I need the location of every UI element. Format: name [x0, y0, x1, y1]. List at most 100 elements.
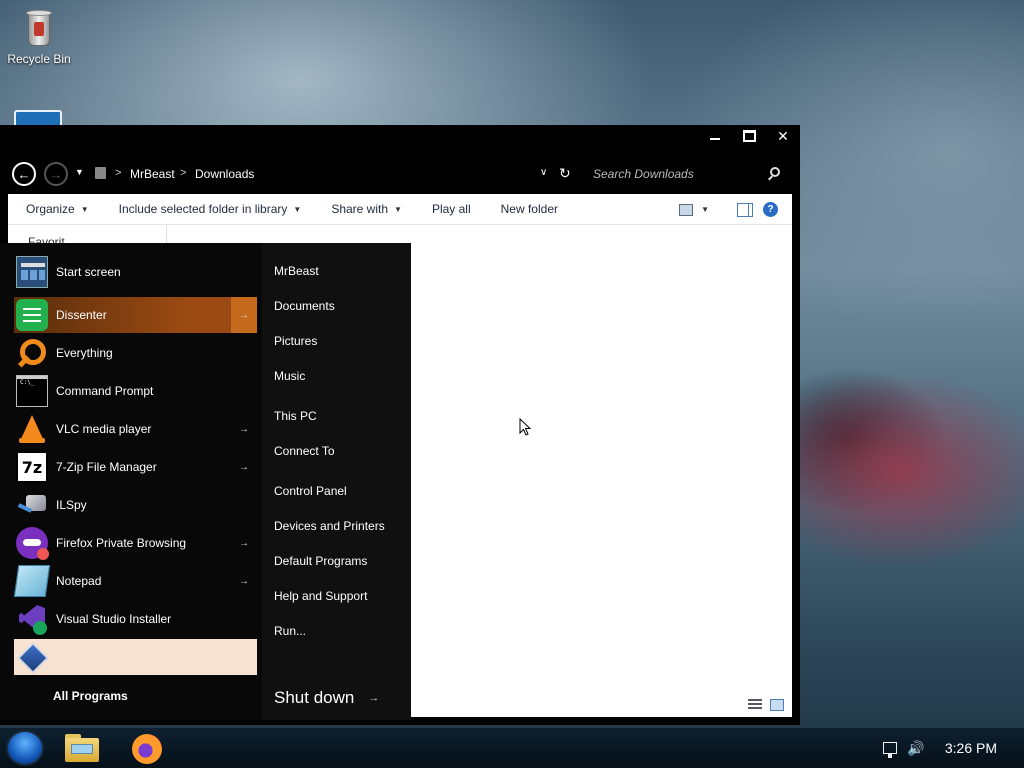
shutdown-options-arrow-icon[interactable]: → [368, 692, 379, 704]
share-with-button[interactable]: Share with ▼ [311, 202, 412, 216]
program-label: ILSpy [56, 498, 87, 512]
details-view-icon[interactable] [748, 699, 762, 710]
jump-list-arrow-icon[interactable]: → [231, 297, 257, 333]
place-control-panel[interactable]: Control Panel [274, 484, 347, 498]
place-run[interactable]: Run... [274, 624, 306, 638]
dissenter-icon [16, 299, 48, 331]
program-command-prompt[interactable]: Command Prompt [14, 373, 257, 409]
caret-down-icon: ▼ [293, 204, 302, 214]
breadcrumb-separator[interactable]: > [115, 167, 121, 179]
program-virtualbox[interactable] [14, 639, 257, 675]
all-programs-button[interactable]: All Programs [53, 689, 128, 703]
back-button[interactable]: ← [12, 162, 36, 186]
minimize-button[interactable] [698, 125, 732, 147]
program-label: VLC media player [56, 422, 152, 436]
forward-button[interactable]: → [44, 162, 68, 186]
place-mrbeast[interactable]: MrBeast [274, 264, 319, 278]
jump-list-arrow-icon[interactable]: → [231, 576, 257, 587]
close-button[interactable]: ✕ [766, 125, 800, 147]
virtualbox-icon [16, 641, 48, 673]
windows-explorer-icon[interactable] [65, 734, 99, 762]
start-orb-button[interactable] [6, 730, 44, 766]
volume-icon[interactable]: 🔊 [907, 740, 924, 757]
firefox-icon[interactable] [132, 734, 162, 764]
share-with-label: Share with [331, 202, 389, 216]
program-label: Visual Studio Installer [56, 612, 172, 626]
location-icon [95, 167, 106, 179]
7zip-icon: 7z [16, 451, 48, 483]
search-input[interactable] [582, 161, 788, 187]
address-row: ← → ▼ > MrBeast > Downloads ∨ ↻ [0, 159, 800, 189]
address-history-chevron-icon[interactable]: ∨ [540, 167, 547, 178]
breadcrumb-separator[interactable]: > [180, 167, 186, 179]
place-help-and-support[interactable]: Help and Support [274, 589, 367, 603]
program-vlc[interactable]: VLC media player → [14, 411, 257, 447]
recycle-bin[interactable]: Recycle Bin [3, 8, 75, 66]
clock[interactable]: 3:26 PM [945, 740, 997, 756]
vlc-icon [16, 413, 48, 445]
start-screen-icon [16, 256, 48, 288]
place-music[interactable]: Music [274, 369, 305, 383]
desktop-shortcut-icon[interactable] [14, 110, 62, 126]
new-folder-button[interactable]: New folder [481, 202, 568, 216]
view-caret-icon[interactable]: ▼ [701, 205, 709, 214]
recycle-bin-label: Recycle Bin [7, 52, 71, 66]
caret-down-icon: ▼ [394, 204, 402, 214]
help-icon[interactable]: ? [763, 202, 778, 217]
jump-list-arrow-icon[interactable]: → [231, 538, 257, 549]
place-devices-and-printers[interactable]: Devices and Printers [274, 519, 385, 533]
programs-column: Start screen Dissenter → Everything Comm… [0, 243, 262, 720]
play-all-button[interactable]: Play all [412, 202, 481, 216]
system-tray: 🔊 3:26 PM [883, 728, 1024, 768]
program-visual-studio-installer[interactable]: Visual Studio Installer [14, 601, 257, 637]
nav-pane-divider[interactable] [166, 225, 167, 245]
breadcrumb-downloads[interactable]: Downloads [195, 167, 254, 181]
include-in-library-label: Include selected folder in library [118, 202, 288, 216]
jump-list-arrow-icon[interactable]: → [231, 424, 257, 435]
place-this-pc[interactable]: This PC [274, 409, 317, 423]
program-label: 7-Zip File Manager [56, 460, 157, 474]
command-prompt-icon [16, 375, 48, 407]
shutdown-button[interactable]: Shut down → [274, 688, 379, 708]
program-label: Everything [56, 346, 113, 360]
program-7zip[interactable]: 7z 7-Zip File Manager → [14, 449, 257, 485]
large-icons-view-icon[interactable] [770, 699, 784, 711]
program-dissenter[interactable]: Dissenter → [14, 297, 257, 333]
everything-icon [16, 337, 48, 369]
network-icon[interactable] [883, 742, 898, 758]
recent-locations-dropdown[interactable]: ▼ [75, 167, 84, 177]
firefox-private-icon [16, 527, 49, 560]
search-icon[interactable] [770, 167, 780, 177]
breadcrumb-mrbeast[interactable]: MrBeast [130, 167, 175, 181]
program-everything[interactable]: Everything [14, 335, 257, 371]
recycle-bin-icon [24, 8, 54, 48]
taskbar: 🔊 3:26 PM [0, 728, 1024, 768]
place-connect-to[interactable]: Connect To [274, 444, 335, 458]
program-start-screen[interactable]: Start screen [14, 254, 257, 290]
preview-pane-icon[interactable] [737, 202, 753, 217]
organize-label: Organize [26, 202, 75, 216]
maximize-button[interactable] [732, 125, 766, 147]
program-label: Start screen [56, 265, 121, 279]
place-default-programs[interactable]: Default Programs [274, 554, 367, 568]
program-ilspy[interactable]: ILSpy [14, 487, 257, 523]
program-label: Dissenter [56, 308, 107, 322]
program-notepad[interactable]: Notepad → [13, 563, 257, 599]
view-switcher [748, 699, 784, 711]
include-in-library-button[interactable]: Include selected folder in library ▼ [99, 202, 312, 216]
change-view-icon[interactable] [679, 203, 694, 216]
shutdown-label: Shut down [274, 688, 355, 707]
toolbar-right: ▼ ? [679, 194, 792, 225]
command-bar: Organize ▼ Include selected folder in li… [8, 194, 792, 225]
place-pictures[interactable]: Pictures [274, 334, 317, 348]
organize-button[interactable]: Organize ▼ [8, 202, 99, 216]
program-label: Command Prompt [56, 384, 154, 398]
ilspy-icon [16, 489, 48, 521]
refresh-icon[interactable]: ↻ [559, 165, 571, 182]
search-box[interactable] [582, 161, 788, 187]
jump-list-arrow-icon[interactable]: → [231, 462, 257, 473]
program-label: Notepad [56, 574, 102, 588]
visual-studio-installer-icon [16, 603, 48, 635]
place-documents[interactable]: Documents [274, 299, 335, 313]
program-firefox-private[interactable]: Firefox Private Browsing → [14, 525, 257, 561]
